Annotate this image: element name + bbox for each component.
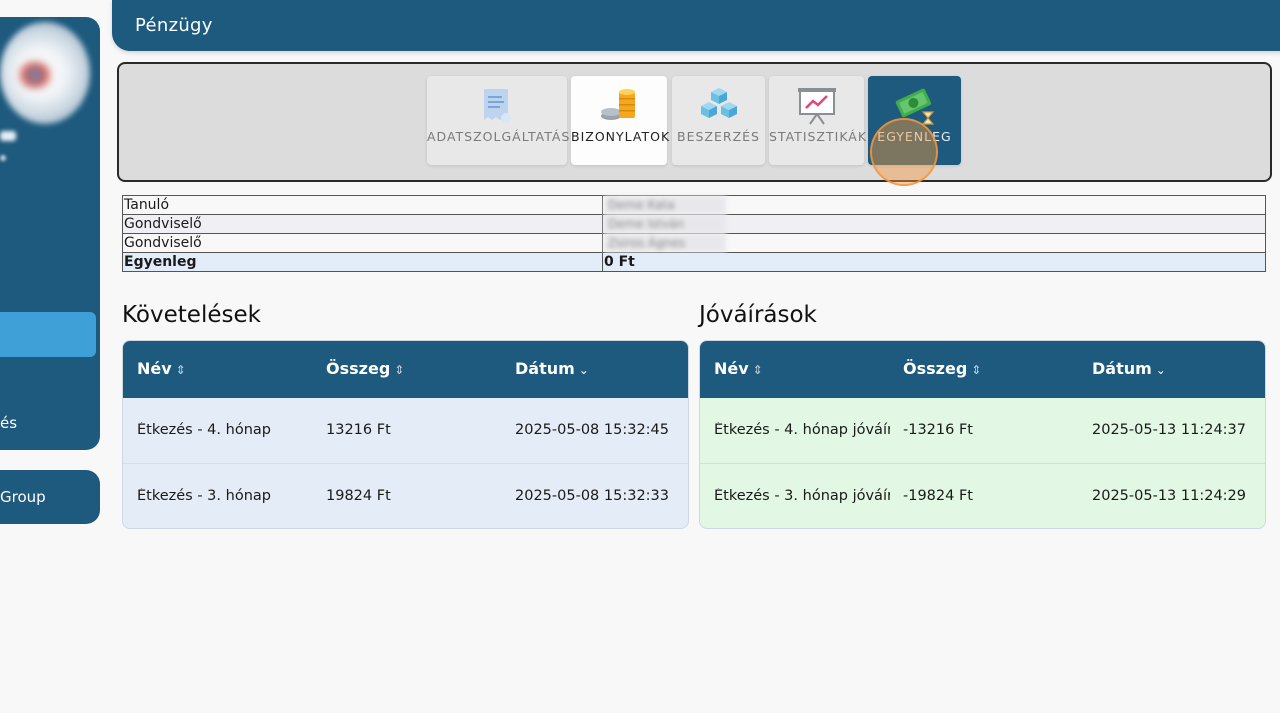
- table-row: Tanuló Deme Kata: [122, 195, 1266, 215]
- coins-icon: [601, 89, 635, 120]
- table-row: Egyenleg 0 Ft: [122, 252, 1266, 272]
- tab-statisztikak[interactable]: STATISZTIKÁK: [769, 76, 868, 165]
- receivables-table: Név ⇕ Összeg ⇕ Dátum ⌄ Étkezés - 4. hónap 1…: [122, 340, 689, 529]
- receivables-title: Követelések: [122, 302, 261, 328]
- sort-icon: ⇕: [394, 363, 405, 377]
- column-header-date[interactable]: Dátum ⌄: [1092, 359, 1166, 378]
- guardian-label: Gondviselő: [122, 214, 603, 234]
- sidebar-blurred-text: [0, 155, 6, 161]
- cell-name: Étkezés - 4. hónap jóváírás: [714, 422, 890, 438]
- sidebar-item-label[interactable]: és: [0, 414, 17, 432]
- student-name: Deme Kata: [604, 196, 726, 214]
- logo-emblem-icon: [18, 62, 52, 88]
- cell-date: 2025-05-13 11:24:29: [1092, 488, 1246, 504]
- tab-adatszolgaltatas[interactable]: ADATSZOLGÁLTATÁS: [427, 76, 571, 165]
- tab-bizonylatok[interactable]: BIZONYLATOK: [571, 76, 671, 165]
- cell-amount: 19824 Ft: [326, 488, 391, 504]
- cell-name: Étkezés - 3. hónap jóváírás: [714, 488, 890, 504]
- table-row[interactable]: Étkezés - 4. hónap jóváírás -13216 Ft 20…: [700, 398, 1265, 464]
- student-info-table: Tanuló Deme Kata Gondviselő Deme István …: [122, 195, 1266, 272]
- table-row[interactable]: Étkezés - 4. hónap 13216 Ft 2025-05-08 1…: [123, 398, 688, 464]
- guardian-name: Deme István: [604, 215, 726, 233]
- receipt-icon: [484, 89, 511, 123]
- cell-date: 2025-05-13 11:24:37: [1092, 422, 1246, 438]
- column-header-date[interactable]: Dátum ⌄: [515, 359, 589, 378]
- table-row[interactable]: Étkezés - 3. hónap 19824 Ft 2025-05-08 1…: [123, 464, 688, 528]
- sidebar-item-active[interactable]: [0, 312, 96, 357]
- column-header-name[interactable]: Név ⇕: [137, 359, 186, 378]
- cell-amount: 13216 Ft: [326, 422, 391, 438]
- cell-amount: -19824 Ft: [903, 488, 973, 504]
- cell-name: Étkezés - 4. hónap: [137, 422, 271, 438]
- column-header-name[interactable]: Név ⇕: [714, 359, 763, 378]
- sort-icon: ⇕: [971, 363, 982, 377]
- table-row: Gondviselő Deme István: [122, 214, 1266, 234]
- cell-amount: -13216 Ft: [903, 422, 973, 438]
- cell-date: 2025-05-08 15:32:45: [515, 422, 669, 438]
- cubes-icon: [700, 88, 737, 118]
- balance-label: Egyenleg: [122, 252, 603, 272]
- page-header: [112, 0, 1280, 51]
- column-header-amount[interactable]: Összeg ⇕: [903, 359, 981, 378]
- tab-label: ADATSZOLGÁLTATÁS: [427, 129, 571, 144]
- column-header-amount[interactable]: Összeg ⇕: [326, 359, 404, 378]
- chevron-down-icon: ⌄: [1155, 363, 1166, 377]
- table-row[interactable]: Étkezés - 3. hónap jóváírás -19824 Ft 20…: [700, 464, 1265, 528]
- balance-value: 0 Ft: [602, 252, 1266, 272]
- tab-label: BIZONYLATOK: [571, 129, 671, 144]
- student-label: Tanuló: [122, 195, 603, 215]
- sort-icon: ⇕: [752, 363, 763, 377]
- tab-label: STATISZTIKÁK: [769, 129, 868, 144]
- presentation-chart-icon: [797, 88, 836, 125]
- cell-date: 2025-05-08 15:32:33: [515, 488, 669, 504]
- sidebar-blurred-text: [0, 131, 16, 141]
- sidebar-group-label[interactable]: Group: [0, 488, 46, 506]
- table-header: Név ⇕ Összeg ⇕ Dátum ⌄: [123, 341, 688, 398]
- tab-beszerzes[interactable]: BESZERZÉS: [672, 76, 765, 165]
- student-value-cell: Deme Kata: [602, 195, 1266, 215]
- page-title: Pénzügy: [135, 15, 213, 36]
- table-header: Név ⇕ Összeg ⇕ Dátum ⌄: [700, 341, 1265, 398]
- guardian-value-cell: Deme István: [602, 214, 1266, 234]
- credits-table: Név ⇕ Összeg ⇕ Dátum ⌄ Étkezés - 4. hónap j…: [699, 340, 1266, 529]
- chevron-down-icon: ⌄: [578, 363, 589, 377]
- table-row: Gondviselő Zsiros Ágnes: [122, 233, 1266, 253]
- cell-name: Étkezés - 3. hónap: [137, 488, 271, 504]
- credits-title: Jóváírások: [699, 302, 817, 328]
- tab-label: BESZERZÉS: [677, 129, 760, 144]
- sort-icon: ⇕: [175, 363, 186, 377]
- guardian-label: Gondviselő: [122, 233, 603, 253]
- click-indicator: [870, 118, 938, 186]
- guardian-name: Zsiros Ágnes: [604, 234, 726, 252]
- guardian-value-cell: Zsiros Ágnes: [602, 233, 1266, 253]
